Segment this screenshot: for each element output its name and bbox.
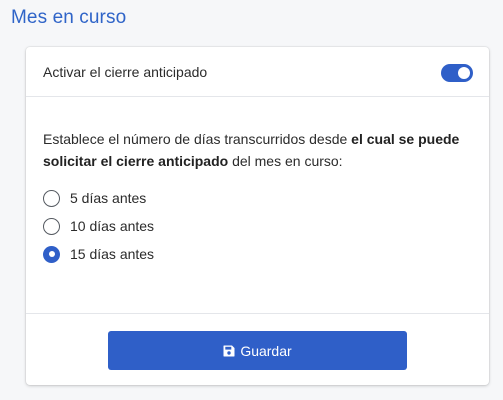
days-radio-group: 5 días antes 10 días antes 15 días antes: [43, 184, 154, 268]
early-close-label: Activar el cierre anticipado: [43, 64, 208, 80]
description-text: Establece el número de días transcurrido…: [43, 128, 473, 172]
card-footer: Guardar: [26, 313, 489, 385]
radio-option-5-days[interactable]: 5 días antes: [43, 184, 154, 212]
radio-button-selected[interactable]: [43, 245, 60, 263]
radio-label: 5 días antes: [70, 190, 147, 206]
early-close-toggle[interactable]: [441, 64, 473, 82]
save-button[interactable]: Guardar: [108, 331, 407, 370]
early-close-card: Activar el cierre anticipado Establece e…: [26, 47, 489, 385]
radio-button[interactable]: [43, 217, 60, 235]
section-title: Mes en curso: [11, 7, 127, 28]
toggle-knob: [458, 67, 470, 79]
radio-option-10-days[interactable]: 10 días antes: [43, 212, 154, 240]
description-part1: Establece el número de días transcurrido…: [43, 131, 352, 147]
radio-label: 10 días antes: [70, 218, 155, 234]
radio-button[interactable]: [43, 189, 60, 207]
save-button-label: Guardar: [240, 342, 292, 359]
radio-option-15-days[interactable]: 15 días antes: [43, 240, 154, 268]
card-header: Activar el cierre anticipado: [26, 47, 489, 97]
radio-label: 15 días antes: [70, 246, 155, 262]
floppy-disk-icon: [223, 345, 235, 356]
description-part2: del mes en curso:: [228, 153, 343, 169]
